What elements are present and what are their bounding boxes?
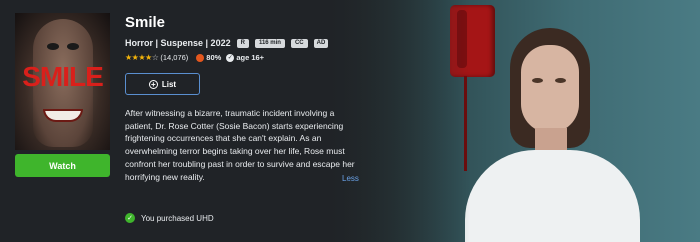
poster-eye-left [47,43,59,50]
movie-title: Smile [125,14,166,31]
genre-year: Horror | Suspense | 2022 [125,38,231,48]
less-link[interactable]: Less [342,174,359,183]
age-rating: age 16+ [236,53,265,62]
critic-score: 80% [206,53,222,62]
ratings-row: ★★★★☆ (14,076) 80% ✓ age 16+ [125,53,264,62]
movie-meta: Horror | Suspense | 2022 R 116 min CC AD [125,38,329,48]
movie-poster[interactable]: SMILE [15,13,110,150]
check-circle-icon: ✓ [125,213,135,223]
age-check-icon: ✓ [226,53,235,62]
tomato-icon [196,53,205,62]
audio-description-tag: AD [313,38,329,48]
purchase-status: ✓ You purchased UHD [125,213,214,223]
filled-stars: ★★★★ [125,53,152,62]
actress-face [521,45,579,133]
add-to-list-button[interactable]: + List [125,73,200,95]
list-label: List [161,79,177,89]
star-rating-icon: ★★★★☆ [125,53,159,62]
actress-shirt [465,150,640,242]
watch-button[interactable]: Watch [15,154,110,177]
poster-title: SMILE [22,61,104,92]
runtime-tag: 116 min [254,38,285,48]
rating-tag: R [236,38,249,48]
cc-tag: CC [290,38,308,48]
rating-count: (14,076) [160,53,189,62]
plus-circle-icon: + [148,79,158,89]
poster-eye-right [67,43,79,50]
movie-description: After witnessing a bizarre, traumatic in… [125,108,355,182]
empty-star: ☆ [151,53,159,62]
purchase-label: You purchased UHD [141,213,214,223]
backdrop-image [330,0,700,242]
actress-eyes [530,78,570,84]
